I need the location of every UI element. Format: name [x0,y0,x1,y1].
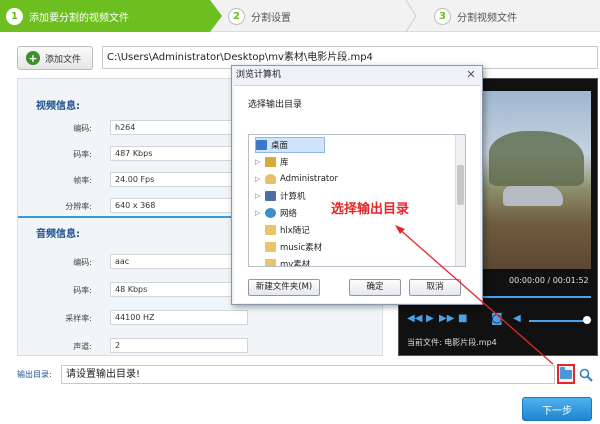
folder-icon [265,242,276,252]
add-file-label: 添加文件 [45,54,82,65]
browse-folder-button[interactable] [557,364,575,384]
video-codec-label: 编码: [73,124,92,133]
tree-item-administrator[interactable]: ▷ Administrator [255,171,338,187]
video-frame [481,91,591,269]
tree-item-library[interactable]: ▷ 库 [255,154,289,170]
rewind-icon[interactable]: ◀◀ [407,313,422,324]
current-file-label: 当前文件: 电影片段.mp4 [407,338,497,347]
audio-channels-value: 2 [110,338,248,353]
step-2[interactable]: 2 分割设置 [222,0,402,32]
annotation-callout: 选择输出目录 [331,202,410,217]
player-controls: ◀◀ ▶ ▶▶ ■ ◙ ◀ [399,309,599,331]
tree-scrollbar[interactable] [455,135,465,266]
video-codec-value: h264 [110,120,248,135]
new-folder-button[interactable]: 新建文件夹(M) [248,279,320,296]
cancel-button[interactable]: 取消 [409,279,461,296]
open-folder-search-icon[interactable] [577,366,595,384]
video-info-title: 视频信息: [36,101,80,112]
close-icon[interactable]: ✕ [464,68,478,82]
plus-icon: + [26,51,40,65]
timecode-display: 00:00:00 / 00:01:52 [509,276,589,285]
video-resolution-value: 640 x 368 [110,198,248,213]
tree-item-hlx-notes[interactable]: hlx随记 [265,222,310,238]
tree-item-music-assets[interactable]: music素材 [265,239,322,255]
folder-icon [265,259,276,266]
browse-computer-dialog: 浏览计算机 ✕ 选择输出目录 桌面 ▷ 库 ▷ Administrator ▷ … [231,65,483,305]
stop-icon[interactable]: ■ [458,313,467,324]
computer-icon [265,191,276,201]
tree-item-computer[interactable]: ▷ 计算机 [255,188,306,204]
user-icon [265,174,276,184]
step-3-label: 分割视频文件 [457,12,517,24]
expand-arrow-icon[interactable]: ▷ [255,175,263,183]
video-frame-trees [489,131,584,186]
add-file-button[interactable]: + 添加文件 [17,46,93,70]
tree-item-desktop[interactable]: 桌面 [255,137,325,153]
tree-item-label: 桌面 [271,141,289,151]
tree-item-label: 计算机 [280,192,306,202]
audio-codec-label: 编码: [73,258,92,267]
step-1-number: 1 [6,7,23,25]
step-3-number: 3 [434,7,451,25]
scrollbar-thumb[interactable] [457,165,464,205]
forward-icon[interactable]: ▶▶ [439,313,454,324]
output-dir-label: 输出目录: [17,370,52,379]
tree-item-label: hlx随记 [280,226,310,236]
tree-item-label: 库 [280,158,289,168]
expand-arrow-icon[interactable]: ▷ [255,209,263,217]
ok-button[interactable]: 确定 [349,279,401,296]
video-splitter-window: 1 添加要分割的视频文件 2 分割设置 3 分割视频文件 + 添加文件 C:\U… [0,0,600,424]
library-icon [265,157,276,167]
network-icon [265,208,276,218]
play-icon[interactable]: ▶ [426,313,434,324]
expand-arrow-icon[interactable]: ▷ [255,158,263,166]
step-separator-icon [405,0,417,32]
dialog-prompt: 选择输出目录 [248,100,303,110]
audio-codec-value: aac [110,254,248,269]
tree-item-mv-assets[interactable]: mv素材 [265,256,311,267]
volume-knob[interactable] [583,316,591,324]
step-1[interactable]: 1 添加要分割的视频文件 [0,0,222,32]
video-framerate-label: 帧率: [73,176,92,185]
step-2-label: 分割设置 [251,12,291,24]
volume-icon[interactable]: ◀ [513,313,521,324]
tree-item-label: mv素材 [280,260,311,267]
video-frame-car [503,186,563,206]
step-3[interactable]: 3 分割视频文件 [428,0,600,32]
camera-icon[interactable]: ◙ [491,311,503,325]
expand-arrow-icon[interactable]: ▷ [255,192,263,200]
audio-channels-label: 声道: [73,342,92,351]
tree-item-label: Administrator [280,174,338,184]
video-framerate-value: 24.00 Fps [110,172,248,187]
folder-icon [265,225,276,235]
audio-bitrate-label: 码率: [73,286,92,295]
tree-item-label: music素材 [280,243,323,253]
audio-bitrate-value: 48 Kbps [110,282,248,297]
audio-samplerate-value: 44100 HZ [110,310,248,325]
tree-item-network[interactable]: ▷ 网络 [255,205,297,221]
output-dir-field[interactable]: 请设置输出目录! [61,365,555,384]
audio-samplerate-label: 采样率: [65,314,92,323]
video-resolution-label: 分辨率: [65,202,92,211]
audio-info-title: 音频信息: [36,229,80,240]
folder-icon [560,366,572,379]
tree-item-label: 网络 [280,209,298,219]
step-1-label: 添加要分割的视频文件 [29,12,129,24]
volume-slider[interactable] [529,320,585,322]
video-bitrate-value: 487 Kbps [110,146,248,161]
wizard-steps: 1 添加要分割的视频文件 2 分割设置 3 分割视频文件 [0,0,600,32]
step-2-number: 2 [228,7,245,25]
dialog-title: 浏览计算机 [236,70,282,80]
video-bitrate-label: 码率: [73,150,92,159]
desktop-icon [256,140,267,150]
dialog-body: 选择输出目录 桌面 ▷ 库 ▷ Administrator ▷ 计算机 ▷ 网络… [234,85,480,303]
next-step-button[interactable]: 下一步 [522,397,592,421]
